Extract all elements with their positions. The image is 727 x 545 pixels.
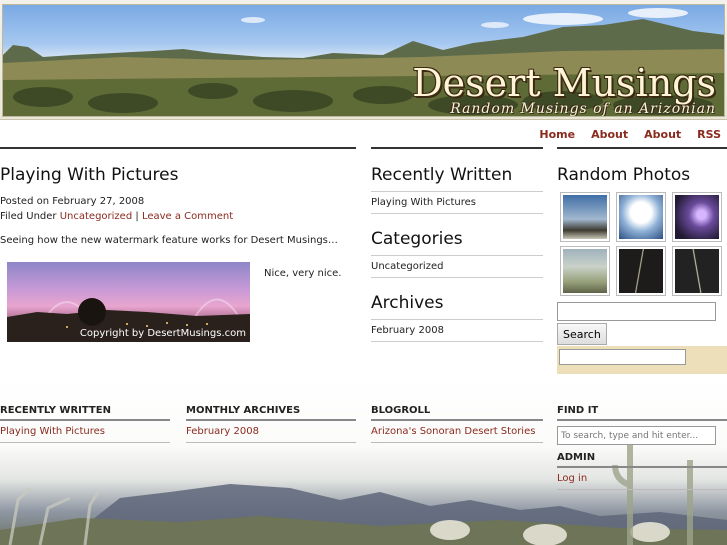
- photo-thumbnail[interactable]: [672, 246, 722, 296]
- list-item[interactable]: Uncategorized: [371, 256, 543, 278]
- site-title[interactable]: Desert Musings: [412, 63, 716, 103]
- nav-about-2[interactable]: About: [644, 128, 681, 142]
- main-content: Playing With Pictures Posted on February…: [0, 147, 356, 342]
- leave-comment-link[interactable]: Leave a Comment: [142, 211, 233, 222]
- search-form: Search: [557, 302, 727, 345]
- site-footer: RECENTLY WRITTEN Playing With Pictures M…: [0, 380, 727, 545]
- categories-title: Categories: [371, 214, 543, 256]
- post-photo[interactable]: Copyright by DesertMusings.com: [7, 262, 250, 342]
- post-title[interactable]: Playing With Pictures: [0, 149, 356, 185]
- footer-monthly-archives: MONTHLY ARCHIVES February 2008: [186, 405, 356, 443]
- recent-link[interactable]: Playing With Pictures: [371, 197, 476, 208]
- top-nav: Home About About RSS: [539, 128, 721, 142]
- photo-thumbnail[interactable]: [616, 246, 666, 296]
- site-tagline: Random Musings of an Arizonian: [450, 101, 716, 117]
- header-banner-image: Desert Musings Random Musings of an Ariz…: [2, 4, 725, 117]
- widget-recently-written: Recently Written Playing With Pictures: [371, 149, 543, 214]
- footer-blogroll: BLOGROLL Arizona's Sonoran Desert Storie…: [371, 405, 543, 443]
- sidebar-right: Random Photos Search: [557, 147, 727, 374]
- photo-watermark: Copyright by DesertMusings.com: [79, 328, 246, 339]
- photo-thumbnail[interactable]: [616, 192, 666, 242]
- footer-recently-written: RECENTLY WRITTEN Playing With Pictures: [0, 405, 170, 443]
- post-meta: Posted on February 27, 2008 Filed Under …: [0, 194, 356, 224]
- category-link[interactable]: Uncategorized: [60, 211, 132, 222]
- photo-thumbnail[interactable]: [560, 192, 610, 242]
- photo-thumbnail[interactable]: [560, 246, 610, 296]
- sidebar-middle: Recently Written Playing With Pictures C…: [371, 147, 543, 342]
- post-photo-row: Copyright by DesertMusings.com Nice, ver…: [0, 262, 356, 342]
- footer-findit-title: FIND IT: [557, 405, 727, 421]
- post-body: Seeing how the new watermark feature wor…: [0, 235, 338, 246]
- filed-label: Filed Under: [0, 211, 57, 222]
- random-photos-title: Random Photos: [557, 165, 691, 185]
- post-date: February 27, 2008: [52, 196, 145, 207]
- footer-recent-link[interactable]: Playing With Pictures: [0, 421, 170, 443]
- photo-thumbnail[interactable]: [672, 192, 722, 242]
- photo-thumbnails: [560, 192, 727, 296]
- nav-home[interactable]: Home: [539, 128, 575, 142]
- category-item[interactable]: Uncategorized: [371, 261, 443, 272]
- nav-rss[interactable]: RSS: [697, 128, 721, 142]
- archives-title: Archives: [371, 278, 543, 320]
- footer-admin-title: ADMIN: [557, 452, 727, 468]
- nav-about[interactable]: About: [591, 128, 628, 142]
- footer-blogroll-link[interactable]: Arizona's Sonoran Desert Stories: [371, 421, 543, 443]
- footer-blogroll-title: BLOGROLL: [371, 405, 543, 421]
- search-input[interactable]: [557, 302, 716, 321]
- sidebar-extra-input[interactable]: [559, 349, 686, 365]
- site-header: Desert Musings Random Musings of an Ariz…: [0, 0, 727, 120]
- list-item[interactable]: Playing With Pictures: [371, 192, 543, 214]
- posted-label: Posted on: [0, 196, 50, 207]
- footer-archives-link[interactable]: February 2008: [186, 421, 356, 443]
- widget-archives: Archives February 2008: [371, 278, 543, 342]
- footer-archives-title: MONTHLY ARCHIVES: [186, 405, 356, 421]
- archive-item[interactable]: February 2008: [371, 325, 444, 336]
- search-button[interactable]: Search: [557, 323, 607, 345]
- footer-recent-title: RECENTLY WRITTEN: [0, 405, 170, 421]
- footer-search-input[interactable]: [557, 426, 716, 445]
- list-item[interactable]: February 2008: [371, 320, 543, 342]
- footer-login-link[interactable]: Log in: [557, 468, 727, 490]
- recent-title: Recently Written: [371, 149, 543, 192]
- widget-categories: Categories Uncategorized: [371, 214, 543, 278]
- footer-find-it: FIND IT ADMIN Log in: [557, 405, 727, 490]
- photo-caption: Nice, very nice.: [264, 268, 342, 279]
- meta-separator: |: [135, 211, 139, 222]
- sidebar-extra-widget: [557, 346, 727, 374]
